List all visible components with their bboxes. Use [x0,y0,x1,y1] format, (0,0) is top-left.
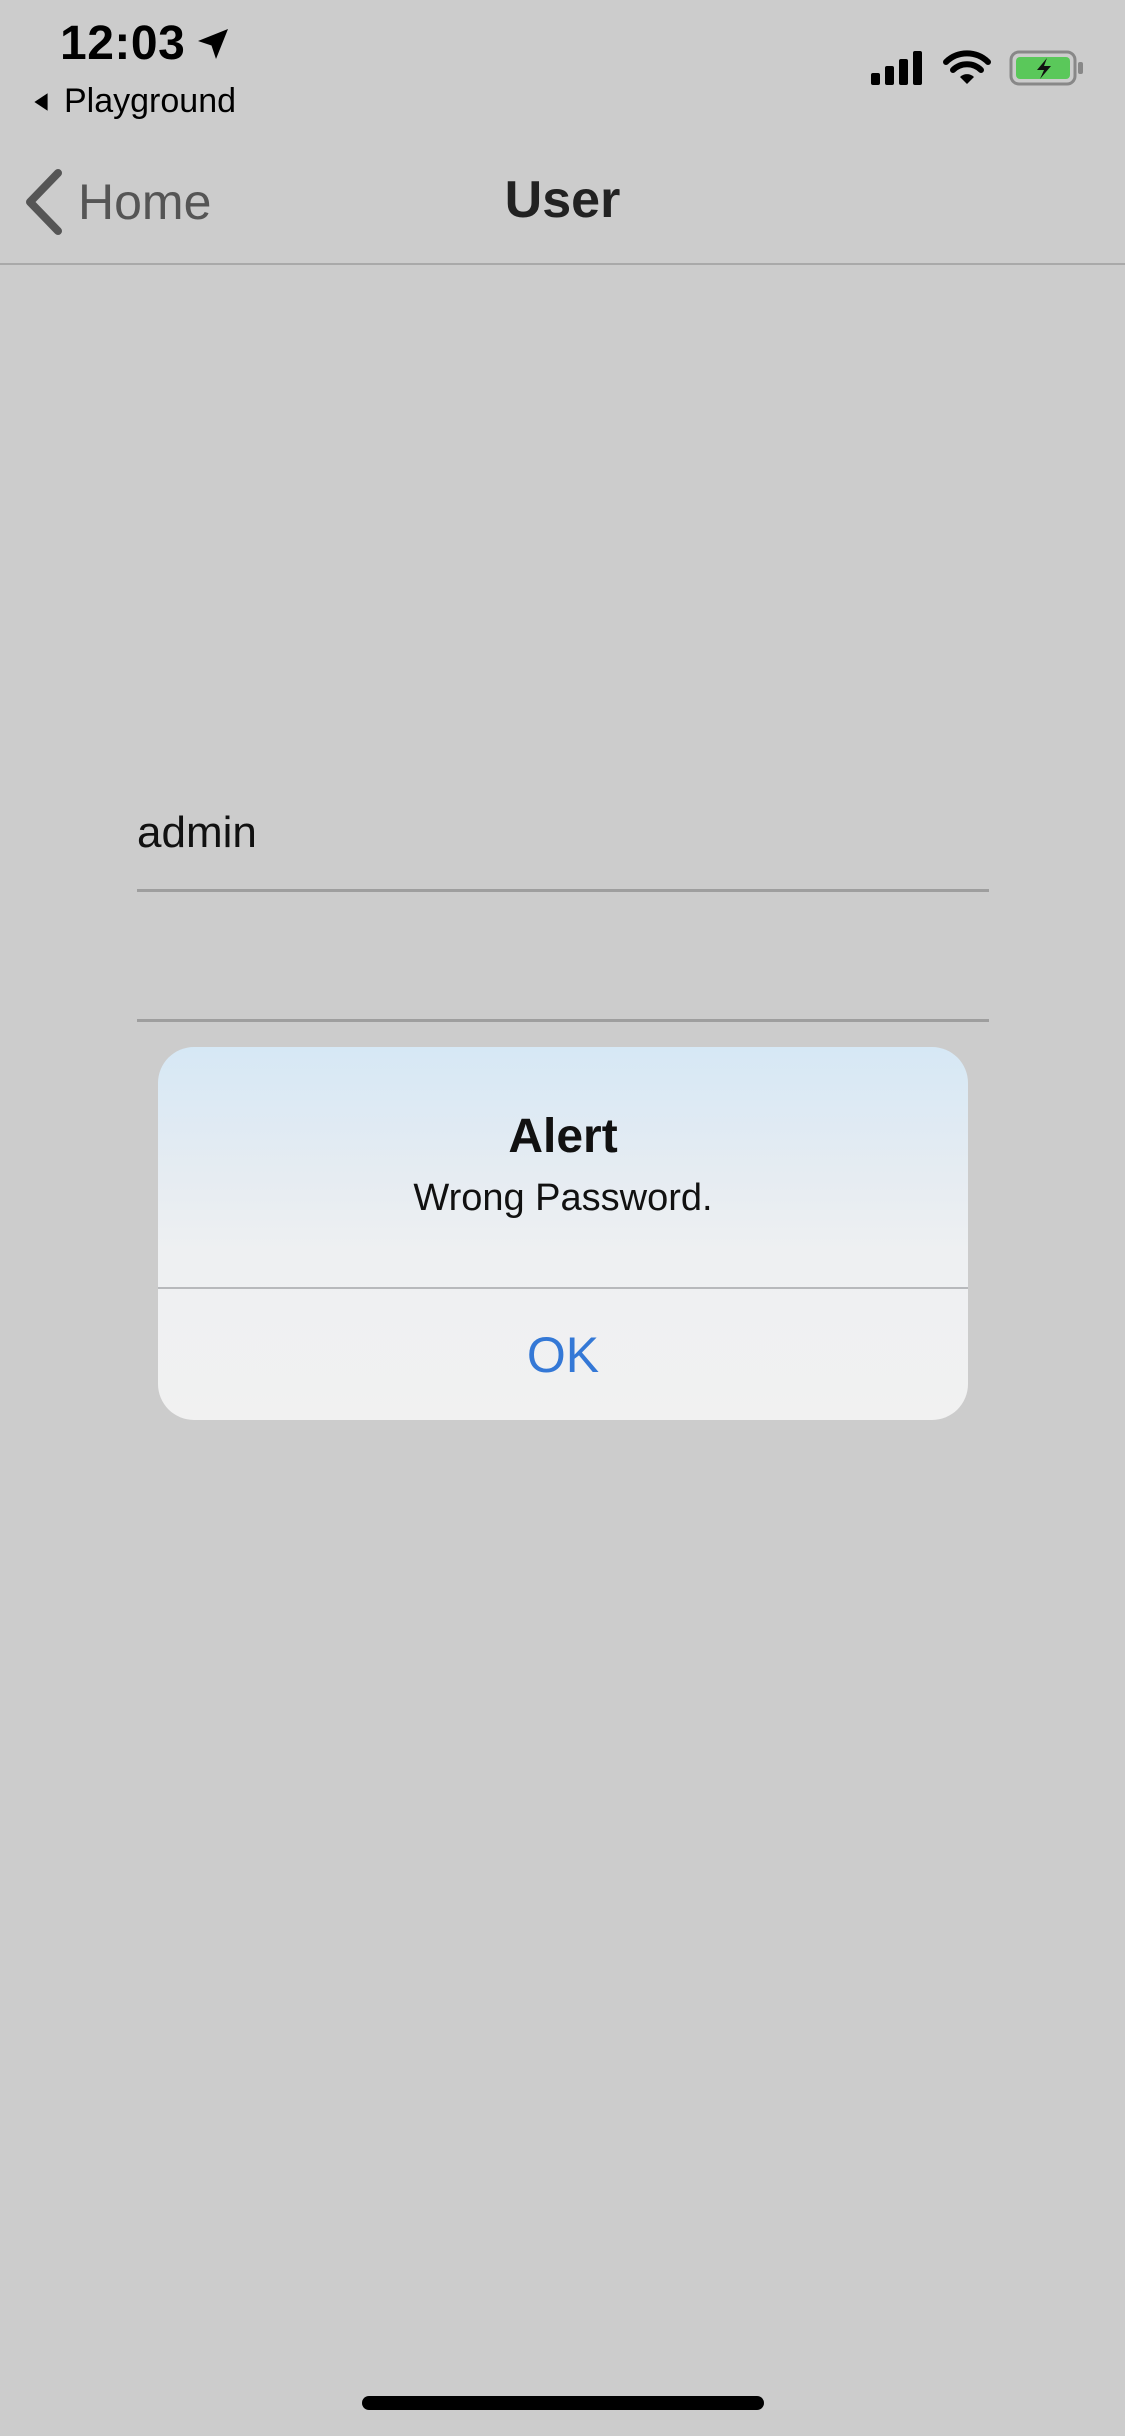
home-indicator[interactable] [362,2396,764,2410]
status-time: 12:03 [60,16,231,71]
wifi-icon [943,50,991,84]
password-field[interactable] [137,920,989,1022]
back-triangle-icon [34,92,48,111]
alert-message: Wrong Password. [413,1177,713,1219]
back-to-app-button[interactable]: Playground [30,82,236,121]
username-value: admin [137,808,257,857]
ok-button[interactable]: OK [158,1289,968,1420]
location-arrow-icon [198,28,229,59]
back-to-app-label: Playground [64,82,237,120]
cellular-signal-icon [871,51,922,85]
screen: 12:03 Playground Home User admin Alert W… [0,0,1125,2436]
battery-charging-icon [1009,50,1083,86]
page-title: User [504,171,621,229]
alert-title: Alert [508,1110,618,1163]
username-field[interactable]: admin [137,790,989,892]
clock-text: 12:03 [60,17,186,70]
alert-dialog: Alert Wrong Password. OK [158,1047,968,1420]
status-icons [871,50,1085,86]
navigation-bar: Home User [0,140,1125,265]
